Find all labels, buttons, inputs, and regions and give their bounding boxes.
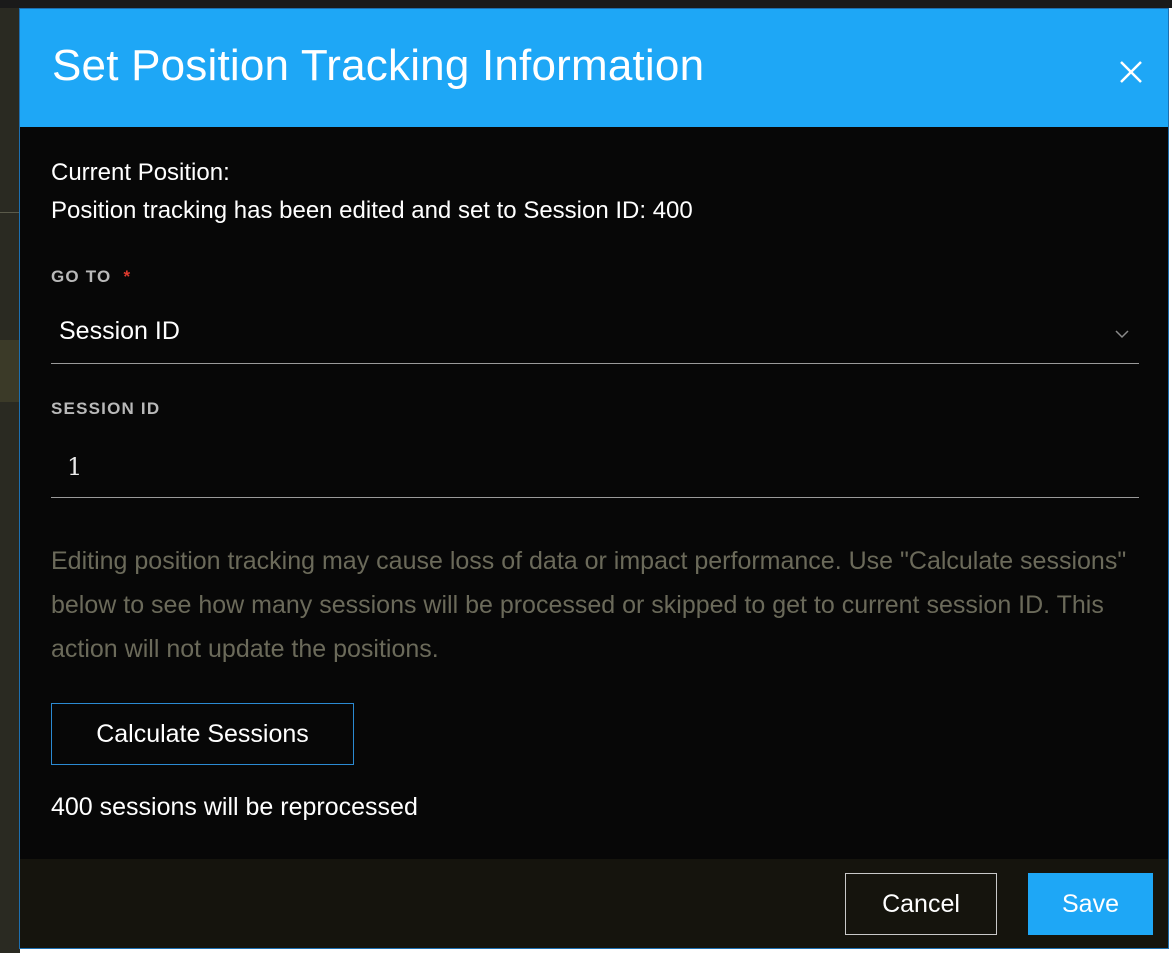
save-button[interactable]: Save xyxy=(1028,873,1153,935)
background-edge xyxy=(0,8,20,953)
background-divider xyxy=(0,212,20,213)
required-marker: * xyxy=(123,267,132,286)
session-id-value: 1 xyxy=(67,453,83,481)
calculation-result: 400 sessions will be reprocessed xyxy=(51,793,418,821)
calculate-sessions-button[interactable]: Calculate Sessions xyxy=(51,703,354,765)
background-band xyxy=(0,340,20,402)
cancel-button[interactable]: Cancel xyxy=(845,873,997,935)
dialog-header: Set Position Tracking Information xyxy=(20,9,1168,127)
dialog-title: Set Position Tracking Information xyxy=(52,41,705,90)
go-to-label: GO TO * xyxy=(51,267,131,287)
go-to-label-text: GO TO xyxy=(51,267,112,286)
go-to-selected-value: Session ID xyxy=(59,317,180,345)
session-id-input[interactable]: 1 xyxy=(51,439,1139,498)
background-strip xyxy=(0,0,1172,8)
position-tracking-dialog: Set Position Tracking Information Curren… xyxy=(19,8,1169,949)
chevron-down-icon xyxy=(1115,330,1129,339)
go-to-select[interactable]: Session ID xyxy=(51,307,1139,364)
warning-text: Editing position tracking may cause loss… xyxy=(51,547,1127,663)
current-position-label: Current Position: xyxy=(51,159,230,186)
close-button[interactable] xyxy=(1116,57,1146,87)
close-icon xyxy=(1120,61,1142,83)
current-position-text: Position tracking has been edited and se… xyxy=(51,197,693,224)
session-id-label: SESSION ID xyxy=(51,399,161,418)
